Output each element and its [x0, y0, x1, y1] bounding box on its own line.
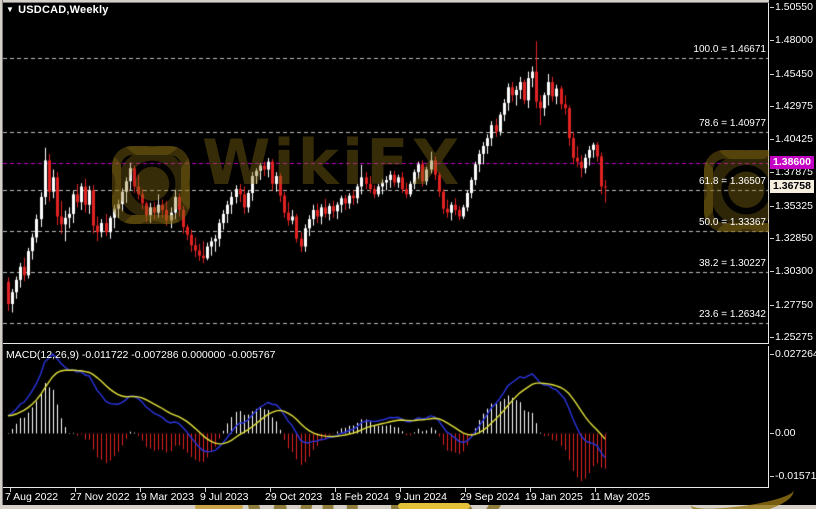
macd-chart-canvas[interactable]: [3, 346, 768, 487]
price-axis-label: 1.45450: [770, 67, 813, 80]
fib-level-label: 100.0 = 1.46671: [693, 43, 766, 55]
price-axis[interactable]: 1.50550 1.48000 1.45450 1.42975 1.40425 1.378…: [769, 0, 816, 488]
fib-level-label: 61.8 = 1.36507: [698, 176, 766, 188]
macd-axis-label: -0.015718: [769, 470, 816, 482]
symbol-timeframe-label[interactable]: ▼ USDCAD,Weekly: [6, 4, 109, 16]
time-axis-label: 7 Aug 2022: [5, 491, 59, 503]
time-axis-label: 29 Sep 2024: [460, 491, 520, 503]
macd-indicator-panel[interactable]: [3, 346, 769, 488]
price-axis-label: 1.48000: [770, 34, 813, 47]
time-axis-label: 18 Feb 2024: [330, 491, 389, 503]
price-axis-label: 1.50550: [770, 0, 813, 13]
time-axis-label: 27 Nov 2022: [70, 491, 130, 503]
time-axis[interactable]: 7 Aug 2022 27 Nov 2022 19 Mar 2023 9 Jul 20…: [3, 488, 769, 505]
window-border-bottom: [0, 505, 816, 509]
time-axis-label: 9 Jul 2023: [200, 491, 249, 503]
fib-level-label: 78.6 = 1.40977: [698, 117, 766, 129]
time-axis-label: 19 Mar 2023: [135, 491, 194, 503]
price-axis-label: 1.25275: [770, 330, 813, 343]
dropdown-arrow-icon: ▼: [6, 5, 15, 14]
price-axis-label: 1.32850: [770, 232, 813, 245]
fib-level-label: 23.6 = 1.26342: [698, 309, 766, 321]
fib-level-label: 50.0 = 1.33367: [698, 217, 766, 229]
price-axis-label: 1.27750: [770, 298, 813, 311]
time-axis-label: 29 Oct 2023: [265, 491, 323, 503]
chart-window: WikiFX WikiFX ▼USDCAD,Weekly MACD(12,26,…: [0, 0, 816, 509]
current-price-badge: 1.36758: [770, 180, 814, 194]
symbol-text: USDCAD,Weekly: [18, 4, 109, 16]
price-axis-label: 1.30300: [770, 265, 813, 278]
fib-level-label: 38.2 = 1.30227: [698, 258, 766, 270]
time-axis-label: 11 May 2025: [590, 491, 650, 503]
main-chart-panel[interactable]: [3, 3, 769, 344]
macd-axis-label: 0.027264: [770, 348, 816, 360]
candlestick-chart-canvas[interactable]: [3, 3, 768, 343]
price-axis-label: 1.42975: [770, 99, 813, 112]
price-axis-label: 1.35325: [770, 199, 813, 212]
macd-axis-label: 0.00: [769, 427, 796, 439]
macd-values-label: MACD(12,26,9) -0.011722 -0.007286 0.0000…: [6, 349, 276, 361]
time-axis-label: 9 Jun 2024: [395, 491, 447, 503]
price-axis-label: 1.40425: [770, 133, 813, 146]
fib-line-price-badge: 1.38600: [770, 156, 814, 169]
time-axis-label: 19 Jan 2025: [525, 491, 583, 503]
